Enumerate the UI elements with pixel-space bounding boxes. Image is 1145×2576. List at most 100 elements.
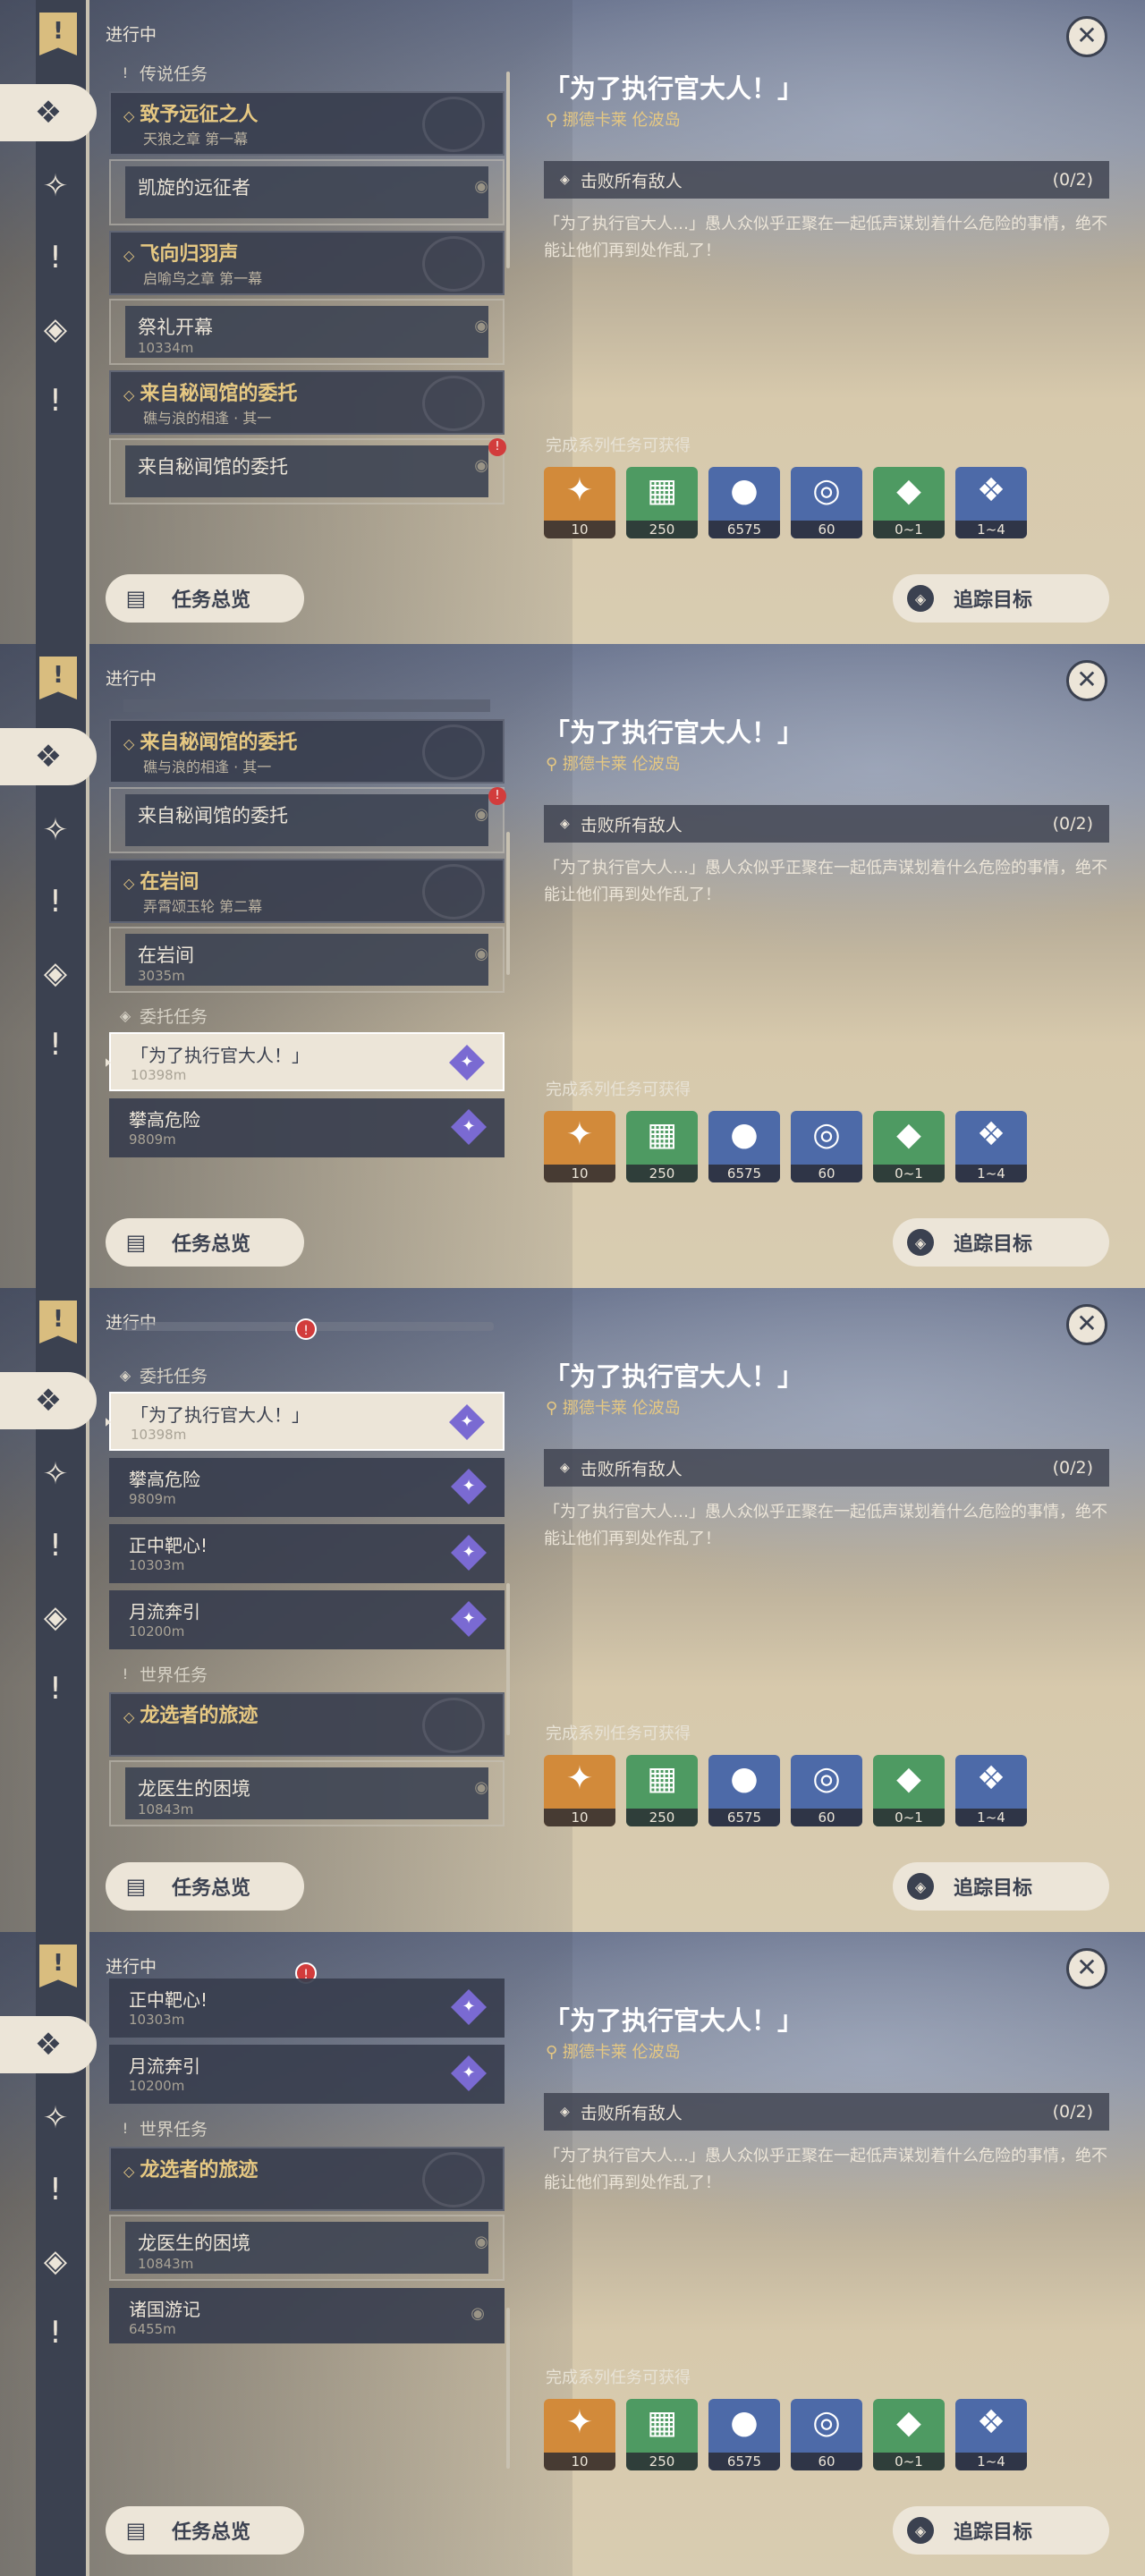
quest-group[interactable]: ◇ 龙选者的旅迹 <box>109 1692 505 1757</box>
rail-archon-quests[interactable]: ✧ <box>21 1445 89 1503</box>
track-objective-button[interactable]: ◈ 追踪目标 <box>893 1862 1109 1911</box>
reward-item[interactable]: ● 6575 <box>708 2399 780 2470</box>
reward-item[interactable]: ▦ 250 <box>626 467 698 538</box>
quest-step[interactable]: 龙医生的困境 10843m ◉ <box>109 1760 505 1826</box>
close-button[interactable]: ✕ <box>1066 1304 1107 1345</box>
rail-all-quests[interactable]: ❖ <box>0 728 97 785</box>
reward-item[interactable]: ❖ 1~4 <box>955 2399 1027 2470</box>
map-pin-icon[interactable]: ◉ <box>474 805 488 824</box>
quest-overview-button[interactable]: ▤ 任务总览 <box>106 1218 304 1267</box>
reward-item[interactable]: ◎ 60 <box>791 467 862 538</box>
all-quests-icon: ❖ <box>34 2027 63 2063</box>
quest-group[interactable]: ◇ 致予远征之人 天狼之章 第一幕 <box>109 91 505 156</box>
rail-all-quests[interactable]: ❖ <box>0 84 97 141</box>
rail-world-quests[interactable]: ! <box>21 2304 89 2361</box>
map-pin-icon[interactable]: ◉ <box>474 2233 488 2251</box>
close-button[interactable]: ✕ <box>1066 660 1107 701</box>
rail-world-quests[interactable]: ! <box>21 1016 89 1073</box>
quest-step[interactable]: 龙医生的困境 10843m ◉ <box>109 2215 505 2281</box>
commission-item[interactable]: 攀高危险 9809m ✦ <box>109 1098 505 1157</box>
reward-item[interactable]: ● 6575 <box>708 1111 780 1182</box>
scrollbar[interactable] <box>506 72 510 268</box>
quest-group[interactable]: ◇ 来自秘闻馆的委托 礁与浪的相逢 · 其一 <box>109 370 505 435</box>
rail-commission-quests[interactable]: ◈ <box>21 2233 89 2290</box>
reward-item[interactable]: ◎ 60 <box>791 1111 862 1182</box>
rail-story-quests[interactable]: ! <box>21 229 89 286</box>
quest-step[interactable]: 祭礼开幕 10334m ◉ <box>109 299 505 365</box>
quest-group[interactable]: ◇ 龙选者的旅迹 <box>109 2147 505 2211</box>
map-pin-icon[interactable]: ◉ <box>474 456 488 475</box>
reward-item[interactable]: ◎ 60 <box>791 2399 862 2470</box>
close-button[interactable]: ✕ <box>1066 16 1107 57</box>
quest-description: 「为了执行官大人…」愚人众似乎正聚在一起低声谋划着什么危险的事情，绝不能让他们再… <box>544 859 1107 904</box>
reward-item[interactable]: ◆ 0~1 <box>873 2399 945 2470</box>
rail-world-quests[interactable]: ! <box>21 1660 89 1717</box>
quest-group[interactable]: ◇ 来自秘闻馆的委托 礁与浪的相逢 · 其一 <box>109 719 505 784</box>
world-quest-item[interactable]: 诸国游记 6455m ◉ <box>109 2288 505 2343</box>
rail-all-quests[interactable]: ❖ <box>0 2016 97 2073</box>
reward-item[interactable]: ❖ 1~4 <box>955 467 1027 538</box>
close-button[interactable]: ✕ <box>1066 1948 1107 1989</box>
rail-commission-quests[interactable]: ◈ <box>21 301 89 358</box>
reward-item[interactable]: ● 6575 <box>708 467 780 538</box>
rail-story-quests[interactable]: ! <box>21 2161 89 2218</box>
track-objective-button[interactable]: ◈ 追踪目标 <box>893 1218 1109 1267</box>
map-pin-icon[interactable]: ◉ <box>474 317 488 335</box>
reward-item[interactable]: ◆ 0~1 <box>873 467 945 538</box>
rail-archon-quests[interactable]: ✧ <box>21 157 89 215</box>
reward-item[interactable]: ❖ 1~4 <box>955 1755 1027 1826</box>
quest-list[interactable]: ◇ 来自秘闻馆的委托 礁与浪的相逢 · 其一 来自秘闻馆的委托 ◉ ! ◇ 在岩间 … <box>106 699 508 1190</box>
quest-list[interactable]: 正中靶心! 10303m ✦ 月流奔引 10200m ✦ ! 世界任务 ◇ 龙选者的… <box>106 1979 508 2469</box>
quest-overview-button[interactable]: ▤ 任务总览 <box>106 2506 304 2555</box>
map-pin-icon[interactable]: ◉ <box>474 945 488 963</box>
track-objective-button[interactable]: ◈ 追踪目标 <box>893 2506 1109 2555</box>
quest-step[interactable]: 在岩间 3035m ◉ <box>109 927 505 993</box>
rail-archon-quests[interactable]: ✧ <box>21 2089 89 2147</box>
quest-step[interactable]: 凯旋的远征者 ◉ <box>109 159 505 225</box>
commission-item-selected[interactable]: 「为了执行官大人！」 10398m ✦ <box>106 1032 505 1091</box>
reward-item[interactable]: ▦ 250 <box>626 2399 698 2470</box>
quest-overview-button[interactable]: ▤ 任务总览 <box>106 1862 304 1911</box>
quest-group[interactable]: ◇ 飞向归羽声 启喻鸟之章 第一幕 <box>109 231 505 295</box>
reward-item[interactable]: ✦ 10 <box>544 467 615 538</box>
reward-item[interactable]: ✦ 10 <box>544 2399 615 2470</box>
rail-commission-quests[interactable]: ◈ <box>21 1589 89 1646</box>
rail-world-quests[interactable]: ! <box>21 372 89 429</box>
track-objective-button[interactable]: ◈ 追踪目标 <box>893 574 1109 623</box>
world-icon: ! <box>122 2119 129 2137</box>
scrollbar[interactable] <box>506 1583 510 1735</box>
reward-item[interactable]: ▦ 250 <box>626 1755 698 1826</box>
reward-item[interactable]: ◎ 60 <box>791 1755 862 1826</box>
reward-item[interactable]: ✦ 10 <box>544 1111 615 1182</box>
reward-item[interactable]: ▦ 250 <box>626 1111 698 1182</box>
objective-diamond-icon: ◈ <box>560 2105 570 2119</box>
map-pin-icon[interactable]: ◉ <box>474 177 488 196</box>
scrollbar[interactable] <box>506 832 510 975</box>
rail-archon-quests[interactable]: ✧ <box>21 801 89 859</box>
commission-item[interactable]: 月流奔引 10200m ✦ <box>109 2045 505 2104</box>
scrollbar[interactable] <box>506 2308 510 2469</box>
map-pin-icon[interactable]: ◉ <box>474 1778 488 1797</box>
quest-list[interactable]: ! 传说任务 ◇ 致予远征之人 天狼之章 第一幕 凯旋的远征者 ◉ ◇ 飞向归羽声 启… <box>106 55 508 546</box>
world-icon: ! <box>49 2315 62 2351</box>
quest-group[interactable]: ◇ 在岩间 弄霄颂玉轮 第二幕 <box>109 859 505 923</box>
quest-step[interactable]: 来自秘闻馆的委托 ◉ ! <box>109 438 506 504</box>
map-pin-icon[interactable]: ◉ <box>471 2304 485 2323</box>
reward-item[interactable]: ❖ 1~4 <box>955 1111 1027 1182</box>
rail-commission-quests[interactable]: ◈ <box>21 945 89 1002</box>
reward-item[interactable]: ✦ 10 <box>544 1755 615 1826</box>
rail-story-quests[interactable]: ! <box>21 873 89 930</box>
rail-story-quests[interactable]: ! <box>21 1517 89 1574</box>
quest-overview-button[interactable]: ▤ 任务总览 <box>106 574 304 623</box>
reward-item[interactable]: ◆ 0~1 <box>873 1755 945 1826</box>
commission-item[interactable]: 正中靶心! 10303m ✦ <box>109 1524 505 1583</box>
reward-item[interactable]: ● 6575 <box>708 1755 780 1826</box>
quest-step[interactable]: 来自秘闻馆的委托 ◉ ! <box>109 787 506 853</box>
quest-list[interactable]: ◈ 委托任务 「为了执行官大人！」 10398m ✦ 攀高危险 9809m ✦ 正… <box>106 1358 508 1848</box>
reward-item[interactable]: ◆ 0~1 <box>873 1111 945 1182</box>
commission-item-selected[interactable]: 「为了执行官大人！」 10398m ✦ <box>106 1392 505 1451</box>
commission-item[interactable]: 攀高危险 9809m ✦ <box>109 1458 505 1517</box>
commission-item[interactable]: 月流奔引 10200m ✦ <box>109 1590 505 1649</box>
rail-all-quests[interactable]: ❖ <box>0 1372 97 1429</box>
commission-item[interactable]: 正中靶心! 10303m ✦ <box>109 1979 505 2038</box>
